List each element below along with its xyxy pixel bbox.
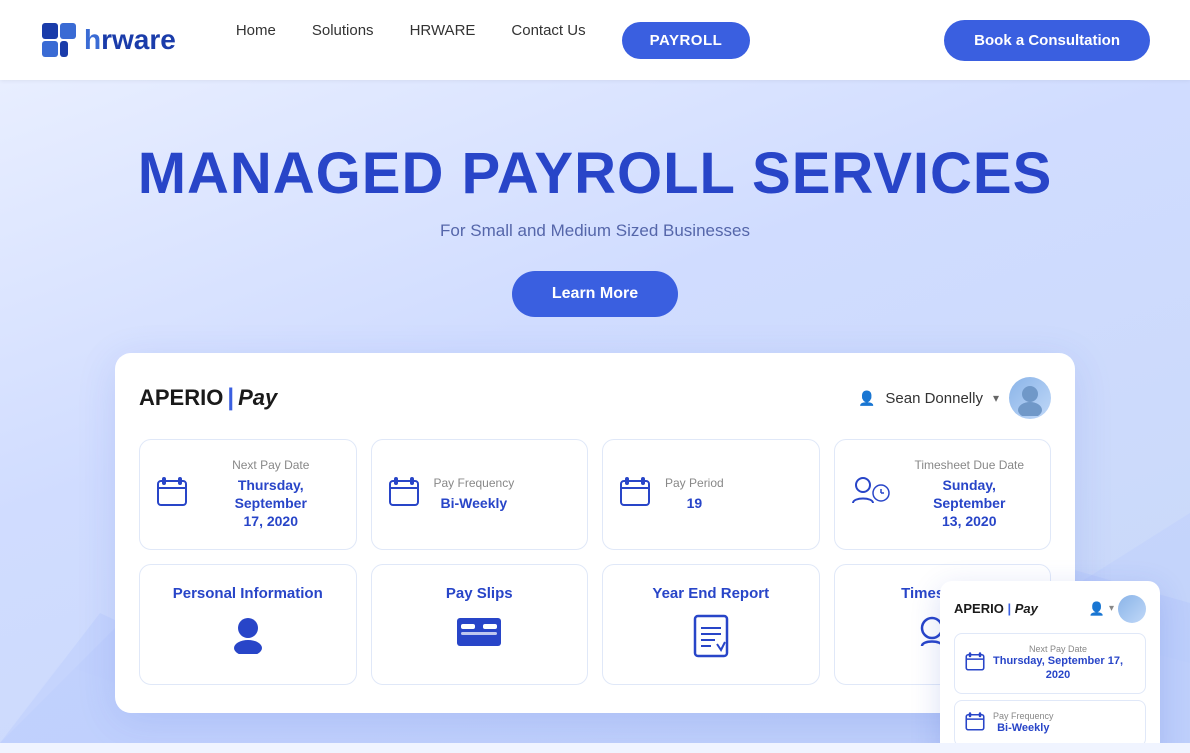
report-icon (693, 614, 729, 666)
info-card-pay-freq-label: Pay Frequency (434, 476, 515, 490)
logo-text: hrware (84, 24, 176, 56)
info-card-pay-period-content: Pay Period 19 (665, 476, 724, 512)
mini-user-icons: 👤 ▾ (1089, 595, 1146, 623)
mini-pay-freq-label: Pay Frequency (993, 711, 1054, 721)
nav-card-pay-slips[interactable]: Pay Slips (371, 564, 589, 685)
aperio-card: APERIO | Pay 👤 Sean Donnelly ▾ (115, 353, 1075, 713)
mini-user-icon: 👤 (1089, 601, 1105, 617)
info-card-pay-period: Pay Period 19 (602, 439, 820, 550)
mini-chevron-icon: ▾ (1109, 603, 1114, 614)
mini-pay-freq-content: Pay Frequency Bi-Weekly (993, 711, 1054, 735)
hero-title: MANAGED PAYROLL SERVICES (20, 140, 1170, 207)
year-end-label: Year End Report (652, 585, 769, 602)
aperio-text: APERIO (139, 385, 223, 411)
nav-cards: Personal Information Pay Slips (139, 564, 1051, 685)
mini-calendar-icon (965, 651, 985, 676)
info-card-timesheet-label: Timesheet Due Date (905, 458, 1035, 472)
learn-more-button[interactable]: Learn More (512, 271, 678, 317)
chevron-down-icon: ▾ (993, 391, 999, 405)
mini-info-pay-freq: Pay Frequency Bi-Weekly (954, 700, 1146, 743)
mini-pay-freq-value: Bi-Weekly (993, 721, 1054, 735)
info-card-pay-freq-value: Bi-Weekly (434, 494, 515, 512)
mini-next-pay-content: Next Pay Date Thursday, September 17,202… (993, 644, 1123, 683)
timesheet-due-icon (851, 475, 891, 514)
pay-slips-label: Pay Slips (446, 585, 513, 602)
personal-info-label: Personal Information (173, 585, 323, 602)
logo-icon (40, 21, 78, 59)
nav-link-solutions[interactable]: Solutions (312, 22, 374, 59)
nav-link-contact[interactable]: Contact Us (511, 22, 585, 59)
user-name: Sean Donnelly (885, 390, 983, 407)
aperio-logo: APERIO | Pay (139, 384, 277, 412)
hero-subtitle: For Small and Medium Sized Businesses (20, 221, 1170, 241)
calendar-period-icon (619, 475, 651, 514)
nav-card-personal-info[interactable]: Personal Information (139, 564, 357, 685)
aperio-pay: Pay (238, 385, 277, 411)
person-icon (228, 614, 268, 662)
info-card-next-pay-content: Next Pay Date Thursday, September17, 202… (202, 458, 340, 531)
consult-button[interactable]: Book a Consultation (944, 20, 1150, 61)
info-card-timesheet: Timesheet Due Date Sunday, September13, … (834, 439, 1052, 550)
nav-link-hrware[interactable]: HRWARE (410, 22, 476, 59)
info-card-next-pay-label: Next Pay Date (202, 458, 340, 472)
info-card-pay-period-value: 19 (665, 494, 724, 512)
hero-section: MANAGED PAYROLL SERVICES For Small and M… (0, 80, 1190, 743)
mini-logo: APERIO | Pay (954, 601, 1038, 616)
aperio-user[interactable]: 👤 Sean Donnelly ▾ (858, 377, 1051, 419)
mini-calendar2-icon (965, 711, 985, 736)
info-cards: Next Pay Date Thursday, September17, 202… (139, 439, 1051, 550)
info-card-timesheet-value: Sunday, September13, 2020 (905, 476, 1035, 531)
logo: hrware (40, 21, 176, 59)
mini-aperio-card: APERIO | Pay 👤 ▾ Next Pay Date Thursday,… (940, 581, 1160, 743)
pay-slips-icon (455, 614, 503, 658)
info-card-pay-freq-content: Pay Frequency Bi-Weekly (434, 476, 515, 512)
info-card-next-pay-value: Thursday, September17, 2020 (202, 476, 340, 531)
aperio-pipe: | (227, 384, 234, 412)
avatar (1009, 377, 1051, 419)
calendar-freq-icon (388, 475, 420, 514)
navbar: hrware Home Solutions HRWARE Contact Us … (0, 0, 1190, 80)
mini-next-pay-label: Next Pay Date (993, 644, 1123, 654)
info-card-timesheet-content: Timesheet Due Date Sunday, September13, … (905, 458, 1035, 531)
payroll-button[interactable]: PAYROLL (622, 22, 751, 59)
mini-info-next-pay: Next Pay Date Thursday, September 17,202… (954, 633, 1146, 694)
aperio-header: APERIO | Pay 👤 Sean Donnelly ▾ (139, 377, 1051, 419)
info-card-pay-freq: Pay Frequency Bi-Weekly (371, 439, 589, 550)
nav-link-home[interactable]: Home (236, 22, 276, 59)
nav-card-year-end[interactable]: Year End Report (602, 564, 820, 685)
info-card-next-pay: Next Pay Date Thursday, September17, 202… (139, 439, 357, 550)
info-card-pay-period-label: Pay Period (665, 476, 724, 490)
mini-card-header: APERIO | Pay 👤 ▾ (954, 595, 1146, 623)
nav-links: Home Solutions HRWARE Contact Us PAYROLL (236, 22, 944, 59)
nav-right: Book a Consultation (944, 20, 1150, 61)
calendar-icon (156, 475, 188, 514)
user-icon: 👤 (858, 390, 875, 407)
mini-next-pay-value: Thursday, September 17,2020 (993, 654, 1123, 683)
mini-avatar (1118, 595, 1146, 623)
